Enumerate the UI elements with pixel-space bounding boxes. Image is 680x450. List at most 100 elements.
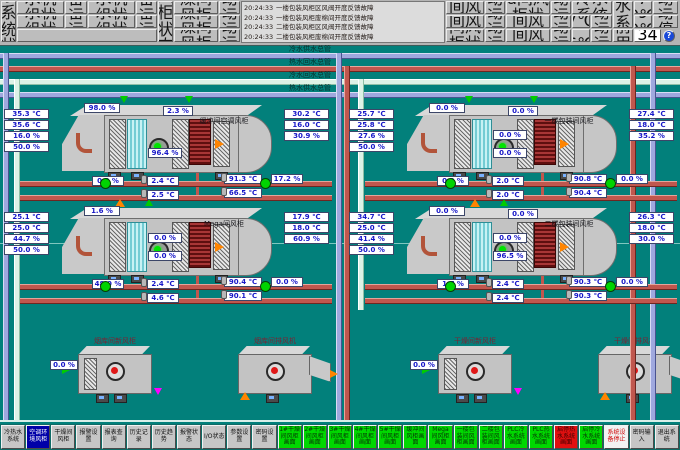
history-record-button[interactable]: 历史记录: [127, 425, 151, 449]
valve-position-box: 0.0 %: [493, 233, 527, 243]
system-stop-button[interactable]: 系统设备停止: [604, 425, 628, 449]
setpoint-temp-box: 18.0 ℃: [629, 120, 674, 130]
chilled-water-start-stop-button[interactable]: 启停冷水系统画面: [579, 425, 603, 449]
chiller-4-status: 设备运行: [136, 1, 157, 14]
valve-indicator[interactable]: [260, 178, 271, 189]
filter-grille-icon: [517, 119, 534, 169]
hot-return-temp-box: 90.4 ℃: [569, 188, 607, 198]
fan-speed-box: 0.0 %: [493, 148, 527, 158]
water-temp-box: 2.0 ℃: [492, 176, 524, 186]
valve-indicator[interactable]: [100, 281, 111, 292]
damper-position-box: 2.3 %: [163, 106, 193, 116]
io-status-button[interactable]: I/O状态: [202, 425, 226, 449]
screen-floor2-packing-button[interactable]: 二楼包装间风柜画面: [479, 425, 503, 449]
chiller-3-status: 设备运行: [136, 15, 157, 28]
valve-indicator[interactable]: [100, 178, 111, 189]
valve-indicator[interactable]: [445, 281, 456, 292]
setpoint-box: 50.0 %: [4, 245, 49, 255]
chiller-2-label: 2#冷水机组状态: [17, 15, 64, 28]
fan-stopped-indicator[interactable]: [266, 362, 285, 381]
screen-dryer-1-button[interactable]: 1#干燥间风柜画面: [278, 425, 302, 449]
sensor-icon: [221, 173, 227, 182]
nav-water-system-button[interactable]: 冷热水系统: [1, 425, 25, 449]
return-temp-box: 35.6 ℃: [4, 120, 49, 130]
screen-dryer-2-button[interactable]: 2#干燥间风柜画面: [303, 425, 327, 449]
valve-indicator[interactable]: [260, 281, 271, 292]
exhaust-arrow-icon: [330, 370, 338, 378]
nav-dryer-cabinet-button[interactable]: 干燥间风柜: [51, 425, 75, 449]
damper-position-box: 0.0 %: [429, 103, 465, 113]
screen-plc-chilled-button[interactable]: PLC冷水系统画面: [504, 425, 528, 449]
supply-humidity-box: 30.9 %: [284, 131, 329, 141]
valve-indicator[interactable]: [605, 281, 616, 292]
screen-mega-room-button[interactable]: Mega间风柜画面: [428, 425, 452, 449]
fan-stopped-indicator[interactable]: [106, 362, 125, 381]
outlet-duct: [309, 356, 331, 382]
setpoint-box: 50.0 %: [4, 142, 49, 152]
supply-air-arrow: [560, 242, 569, 252]
alarm-message: 二楼包装风柜区风阀开度反馈故障: [276, 22, 442, 32]
damper-actuator-icon: [456, 394, 469, 403]
hot-water-mode-2: 手动停止: [653, 15, 678, 28]
chilled-system-status-label: 冷水系统状态: [1, 1, 16, 42]
filter-grille-icon: [444, 358, 457, 390]
hot-supply-temp-box: 90.8 ℃: [569, 174, 607, 184]
alarm-status-button[interactable]: 报警状态: [177, 425, 201, 449]
alarm-row[interactable]: 20:24:33一楼包装风柜废棉间开度反馈故障: [244, 13, 442, 23]
chiller-1-status: 设备运行: [65, 1, 87, 14]
help-icon[interactable]: ?: [663, 30, 675, 42]
param-settings-button[interactable]: 参数设置: [227, 425, 251, 449]
chilled-return-main-label: 冷水回水总管: [0, 72, 620, 79]
hot-supply-temp-box: 90.4 ℃: [224, 277, 262, 287]
water-temp-box: 2.5 ℃: [147, 190, 179, 200]
password-settings-button[interactable]: 密码设置: [252, 425, 276, 449]
alarm-row[interactable]: 20:24:33一楼包装风柜区风阀开度反馈故障: [244, 3, 442, 13]
screen-dryer-4-button[interactable]: 4#干燥间风柜画面: [353, 425, 377, 449]
sensor-icon: [486, 189, 492, 198]
supply-temp-box: 17.9 ℃: [284, 212, 329, 222]
screen-floor1-packing-button[interactable]: 一楼包装间风柜画面: [454, 425, 478, 449]
hot-valve-box: 0.0 %: [616, 174, 648, 184]
damper-actuator-icon: [114, 394, 127, 403]
hot-water-mode-1: 自动运行: [653, 1, 678, 14]
floor2-packing-fan-label: 二楼包装间风柜状态: [506, 29, 550, 42]
screen-dryer-5-button[interactable]: 5#干燥间风柜画面: [378, 425, 402, 449]
damper-arrow-icon: [530, 96, 538, 103]
screen-dryer-3-button[interactable]: 3#干燥间风柜画面: [328, 425, 352, 449]
damper-position-box: 0.0 %: [508, 209, 538, 219]
valve-indicator[interactable]: [605, 178, 616, 189]
riser-pipe: [336, 53, 342, 420]
history-trend-button[interactable]: 历史趋势: [152, 425, 176, 449]
humidity-box: 27.6 %: [349, 131, 394, 141]
mint-room-fan-label: 薄荷间风柜状态: [446, 29, 484, 42]
fan-speed-box: 0.0 %: [148, 251, 182, 261]
exit-system-button[interactable]: 退出系统: [655, 425, 679, 449]
supply-air-arrow: [215, 242, 224, 252]
damper-position-box: 0.0 %: [50, 360, 78, 370]
hot-water-start-stop-button[interactable]: 启停热水系统画面: [554, 425, 578, 449]
fan-speed-box: 96.4 %: [148, 148, 182, 158]
alarm-time: 20:24:33: [244, 22, 276, 32]
alarm-settings-button[interactable]: 报警设置: [76, 425, 100, 449]
screen-plc-hot-button[interactable]: PLC热水系统画面: [529, 425, 553, 449]
report-query-button[interactable]: 报表查询: [102, 425, 126, 449]
screen-buffer-room-button[interactable]: 缓冲间风柜画面: [403, 425, 427, 449]
fan-stopped-indicator[interactable]: [466, 362, 485, 381]
password-input-button[interactable]: 密码输入: [630, 425, 654, 449]
inlet-arrow-icon: [600, 392, 610, 400]
alarm-row[interactable]: 20:24:33二楼包装风柜区风阀开度反馈故障: [244, 22, 442, 32]
nav-hvac-env-button[interactable]: 空调环境风柜: [26, 425, 50, 449]
chilled-supply-main-label: 冷水供水总管: [0, 46, 620, 53]
alarm-message: 二楼包装风柜废棉间开度反馈故障: [276, 32, 442, 42]
alarm-row[interactable]: 20:24:33二楼包装风柜废棉间开度反馈故障: [244, 32, 442, 42]
supply-temp-box: 27.4 ℃: [629, 109, 674, 119]
filter-grille-icon: [109, 119, 126, 169]
floor1-packing-fan-label: 一楼包装间风柜状态: [506, 15, 550, 28]
water-temp-box: 2.4 ℃: [492, 293, 524, 303]
sensor-icon: [486, 292, 492, 301]
alarm-time: 20:24:33: [244, 32, 276, 42]
current-user-input[interactable]: 123456: [634, 29, 661, 42]
hot-return-temp-box: 90.3 ℃: [569, 291, 607, 301]
valve-indicator[interactable]: [445, 178, 456, 189]
chilled-water-mode-1: 自动运行: [591, 15, 612, 28]
